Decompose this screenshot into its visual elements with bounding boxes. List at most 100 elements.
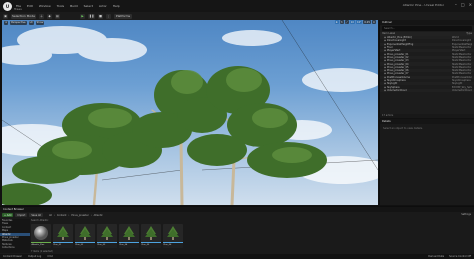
unreal-logo-icon[interactable]: U — [3, 1, 12, 11]
outliner-panel: Outliner Search... Item Label Type ◉ Atla… — [379, 20, 474, 118]
folder-tree-item[interactable]: Collections — [0, 246, 30, 249]
tree-thumbnail-icon — [101, 226, 113, 240]
asset-name: Pine_03 — [97, 243, 117, 248]
menu-actor[interactable]: Actor — [99, 4, 107, 8]
asset-tile[interactable]: Pine_06 — [163, 224, 183, 248]
menu-window[interactable]: Window — [39, 4, 51, 8]
asset-grid: Atlantic_Pine Pine_01 Pine_02 Pine_03 Pine_0… — [31, 224, 183, 248]
asset-name: Atlantic_Pine — [31, 243, 51, 248]
asset-name: Pine_02 — [75, 243, 95, 248]
viewport-menu-icon[interactable]: ≡ — [4, 20, 9, 25]
asset-tile[interactable]: Pine_02 — [75, 224, 95, 248]
menu-select[interactable]: Select — [84, 4, 93, 8]
blueprint-icon[interactable]: ◆ — [46, 13, 52, 19]
details-panel: Details Select an object to view details… — [379, 119, 474, 205]
crumb-separator: › — [90, 213, 92, 217]
items-count: 7 items (1 selected) — [31, 250, 53, 253]
asset-thumbnail — [31, 224, 51, 242]
asset-tile[interactable]: Pine_01 — [53, 224, 73, 248]
outliner-row-type: VolumetricCloud — [452, 88, 472, 92]
main-menu: File Edit Window Tools Build Select Acto… — [16, 4, 120, 8]
grid-snap-button[interactable]: 10 — [349, 20, 355, 24]
outliner-footer: 17 actors — [380, 114, 474, 118]
asset-thumbnail — [75, 224, 95, 242]
save-all-button[interactable]: Save All — [29, 213, 43, 217]
status-bar: Content Drawer Output Log Cmd Derived Da… — [0, 254, 474, 259]
asset-thumbnail — [119, 224, 139, 242]
menu-tools[interactable]: Tools — [57, 4, 64, 8]
lit-button[interactable]: Lit — [28, 20, 34, 25]
content-browser-sidebar: Favorites Trees Content Maps Atlantic Pinus_p… — [0, 219, 30, 253]
forest-scene — [2, 20, 378, 205]
scale-icon[interactable]: ⤢ — [344, 20, 349, 24]
selection-mode-button[interactable]: Selection Mode — [11, 13, 36, 19]
content-drawer-button[interactable]: Content Drawer — [3, 255, 22, 258]
crumb-pinus[interactable]: Pinus_pinaster — [71, 214, 88, 217]
crumb-content[interactable]: Content — [57, 214, 67, 217]
asset-thumbnail — [97, 224, 117, 242]
tree-thumbnail-icon — [79, 226, 91, 240]
outliner-row-name: VolumetricCloud — [387, 88, 407, 92]
play-icon[interactable]: ▶ — [79, 13, 85, 19]
add-actor-icon[interactable]: ＋ — [38, 13, 44, 19]
viewport-snap-controls: ✥ ↻ ⤢ 10 10° 0.25 4 — [334, 20, 376, 24]
cmd-input[interactable]: Cmd — [47, 255, 53, 258]
details-empty-text: Select an object to view details. — [383, 127, 423, 130]
menu-build[interactable]: Build — [70, 4, 78, 8]
asset-name: Pine_05 — [141, 243, 161, 248]
scale-snap-button[interactable]: 0.25 — [363, 20, 371, 24]
cinematics-icon[interactable]: ▤ — [54, 13, 60, 19]
source-control-button[interactable]: Source Control Off — [449, 255, 471, 258]
import-button[interactable]: Import — [15, 213, 28, 217]
asset-thumbnail — [141, 224, 161, 242]
outliner-tab[interactable]: Outliner — [380, 20, 474, 25]
menu-help[interactable]: Help — [113, 4, 120, 8]
window-title: Atlantic Pine - Unreal Editor — [402, 3, 444, 7]
project-name: Trees — [14, 7, 22, 11]
maximize-icon[interactable]: □ — [461, 2, 465, 7]
asset-name: Pine_06 — [163, 243, 183, 248]
output-log-button[interactable]: Output Log — [28, 255, 41, 258]
viewport-toolbar: ≡ Perspective Lit Show — [2, 20, 378, 25]
window-controls: – □ × — [455, 2, 472, 7]
derived-data-button[interactable]: Derived Data — [428, 255, 444, 258]
save-icon[interactable]: ▣ — [3, 13, 8, 19]
perspective-button[interactable]: Perspective — [10, 20, 27, 25]
asset-thumbnail — [163, 224, 183, 242]
add-button[interactable]: + Add — [2, 213, 14, 217]
settings-button[interactable]: Settings — [461, 213, 471, 216]
stop-icon[interactable]: ■ — [98, 13, 103, 19]
asset-tile[interactable]: Atlantic_Pine — [31, 224, 51, 248]
crumb-all[interactable]: All — [49, 214, 52, 217]
asset-tile[interactable]: Pine_03 — [97, 224, 117, 248]
translate-icon[interactable]: ✥ — [334, 20, 339, 24]
content-browser: Content Browser + Add Import Save All Al… — [0, 206, 474, 254]
close-icon[interactable]: × — [469, 2, 472, 7]
main-toolbar: ▣ Selection Mode ＋ ◆ ▤ ▶ ❚❚ ■ ⋮ Platform… — [0, 12, 474, 20]
rotation-snap-button[interactable]: 10° — [355, 20, 363, 24]
asset-tile[interactable]: Pine_04 — [119, 224, 139, 248]
camera-speed-button[interactable]: 4 — [372, 20, 376, 24]
platforms-button[interactable]: Platforms — [114, 13, 132, 19]
asset-name: Pine_04 — [119, 243, 139, 248]
content-browser-toolbar: + Add Import Save All All › Content › Pi… — [0, 212, 474, 218]
crumb-atlantic[interactable]: Atlantic — [94, 214, 103, 217]
pause-icon[interactable]: ❚❚ — [87, 13, 95, 19]
tree-thumbnail-icon — [57, 226, 69, 240]
tree-thumbnail-icon — [145, 226, 157, 240]
outliner-row[interactable]: ◉ VolumetricCloud VolumetricCloud — [380, 88, 474, 93]
show-button[interactable]: Show — [35, 20, 45, 25]
level-viewport[interactable]: ≡ Perspective Lit Show ✥ ↻ ⤢ 10 10° 0.25… — [2, 20, 378, 205]
asset-tile[interactable]: Pine_05 — [141, 224, 161, 248]
status-right: Derived Data Source Control Off — [428, 255, 471, 258]
play-options-icon[interactable]: ⋮ — [106, 13, 111, 19]
asset-search-input[interactable]: Search Atlantic — [31, 219, 48, 222]
breadcrumb: All › Content › Pinus_pinaster › Atlanti… — [49, 214, 103, 217]
menu-edit[interactable]: Edit — [27, 4, 33, 8]
rotate-icon[interactable]: ↻ — [339, 20, 344, 24]
material-sphere-icon — [34, 226, 48, 240]
outliner-rows: ◉ Atlantic_Pine (Editor) World ◉ Directional… — [380, 36, 474, 93]
minimize-icon[interactable]: – — [455, 2, 457, 7]
outliner-search-input[interactable]: Search... — [382, 26, 472, 31]
title-bar: U File Edit Window Tools Build Select Ac… — [0, 0, 474, 12]
